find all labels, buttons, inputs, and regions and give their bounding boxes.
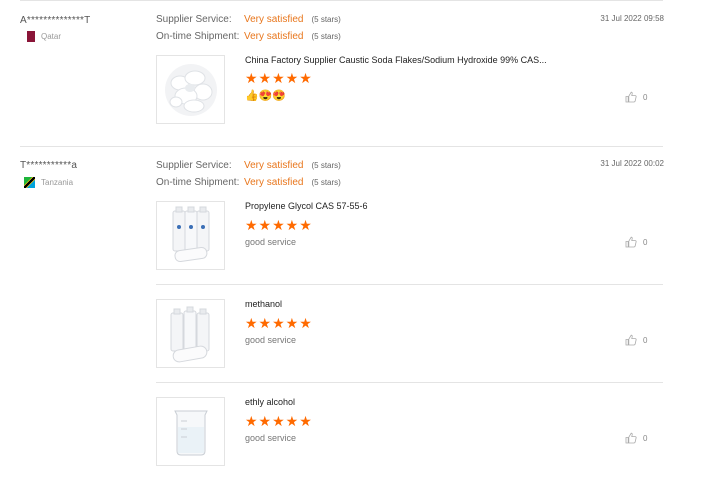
like-button[interactable]: 0 [625, 334, 647, 346]
review-item: Propylene Glycol CAS 57-55-6 ★★★★★ good … [156, 201, 663, 286]
ontime-shipment-label: On-time Shipment: [156, 31, 240, 42]
propylene-glycol-bottles-image [172, 206, 209, 262]
item-divider [156, 284, 663, 285]
supplier-service-value: Very satisfied [244, 160, 304, 171]
product-thumbnail[interactable] [156, 299, 225, 368]
like-count: 0 [643, 433, 648, 443]
product-star-rating: ★★★★★ [245, 70, 313, 86]
ontime-shipment-rating: On-time Shipment: Very satisfied (5 star… [156, 31, 341, 42]
like-count: 0 [643, 92, 648, 102]
thumbs-up-icon [625, 334, 637, 346]
like-button[interactable]: 0 [625, 236, 647, 248]
methanol-bottles-image [170, 306, 209, 362]
review-item: China Factory Supplier Caustic Soda Flak… [156, 55, 663, 125]
supplier-service-stars: (5 stars) [311, 15, 341, 24]
review-comment: good service [245, 335, 297, 345]
reviewer-country: Tanzania [24, 177, 73, 188]
review-card: T***********a Tanzania Supplier Service:… [0, 146, 721, 495]
supplier-service-label: Supplier Service: [156, 160, 232, 171]
caustic-soda-flakes-image [164, 63, 217, 116]
product-star-rating: ★★★★★ [245, 413, 313, 429]
ontime-shipment-value: Very satisfied [244, 177, 304, 188]
like-count: 0 [643, 335, 648, 345]
ontime-shipment-stars: (5 stars) [311, 178, 341, 187]
product-star-rating: ★★★★★ [245, 315, 313, 331]
ontime-shipment-value: Very satisfied [244, 31, 304, 42]
ethyl-alcohol-beaker-image [173, 410, 208, 455]
like-button[interactable]: 0 [625, 432, 647, 444]
review-card: A**************T Qatar Supplier Service:… [0, 0, 721, 146]
thumbs-up-icon [625, 236, 637, 248]
review-item: ethly alcohol ★★★★★ good service 0 [156, 397, 663, 472]
review-date: 31 Jul 2022 00:02 [600, 159, 664, 168]
review-emoji: 👍😍😍 [245, 90, 287, 102]
product-star-rating: ★★★★★ [245, 217, 313, 233]
item-divider [156, 382, 663, 383]
review-comment: good service [245, 237, 297, 247]
product-title[interactable]: methanol [245, 299, 282, 309]
supplier-service-rating: Supplier Service: Very satisfied (5 star… [156, 160, 341, 171]
product-thumbnail[interactable] [156, 201, 225, 270]
product-title[interactable]: Propylene Glycol CAS 57-55-6 [245, 201, 368, 211]
ontime-shipment-label: On-time Shipment: [156, 177, 240, 188]
thumbs-up-icon [625, 91, 637, 103]
product-thumbnail[interactable] [156, 55, 225, 124]
reviewer-country: Qatar [24, 31, 61, 42]
supplier-service-rating: Supplier Service: Very satisfied (5 star… [156, 14, 341, 25]
reviewer-name: T***********a [20, 160, 78, 171]
like-count: 0 [643, 237, 648, 247]
review-item: methanol ★★★★★ good service 0 [156, 299, 663, 384]
ontime-shipment-rating: On-time Shipment: Very satisfied (5 star… [156, 177, 341, 188]
like-button[interactable]: 0 [625, 91, 647, 103]
ontime-shipment-stars: (5 stars) [311, 32, 341, 41]
supplier-service-label: Supplier Service: [156, 14, 232, 25]
supplier-service-value: Very satisfied [244, 14, 304, 25]
thumbs-up-icon [625, 432, 637, 444]
review-comment: good service [245, 433, 297, 443]
supplier-service-stars: (5 stars) [311, 161, 341, 170]
country-name: Qatar [41, 32, 62, 41]
reviewer-name: A**************T [20, 15, 91, 26]
qatar-flag-icon [24, 31, 35, 42]
product-title[interactable]: ethly alcohol [245, 397, 295, 407]
review-date: 31 Jul 2022 09:58 [600, 14, 664, 23]
product-thumbnail[interactable] [156, 397, 225, 466]
country-name: Tanzania [41, 178, 74, 187]
tanzania-flag-icon [24, 177, 35, 188]
product-title[interactable]: China Factory Supplier Caustic Soda Flak… [245, 55, 547, 65]
